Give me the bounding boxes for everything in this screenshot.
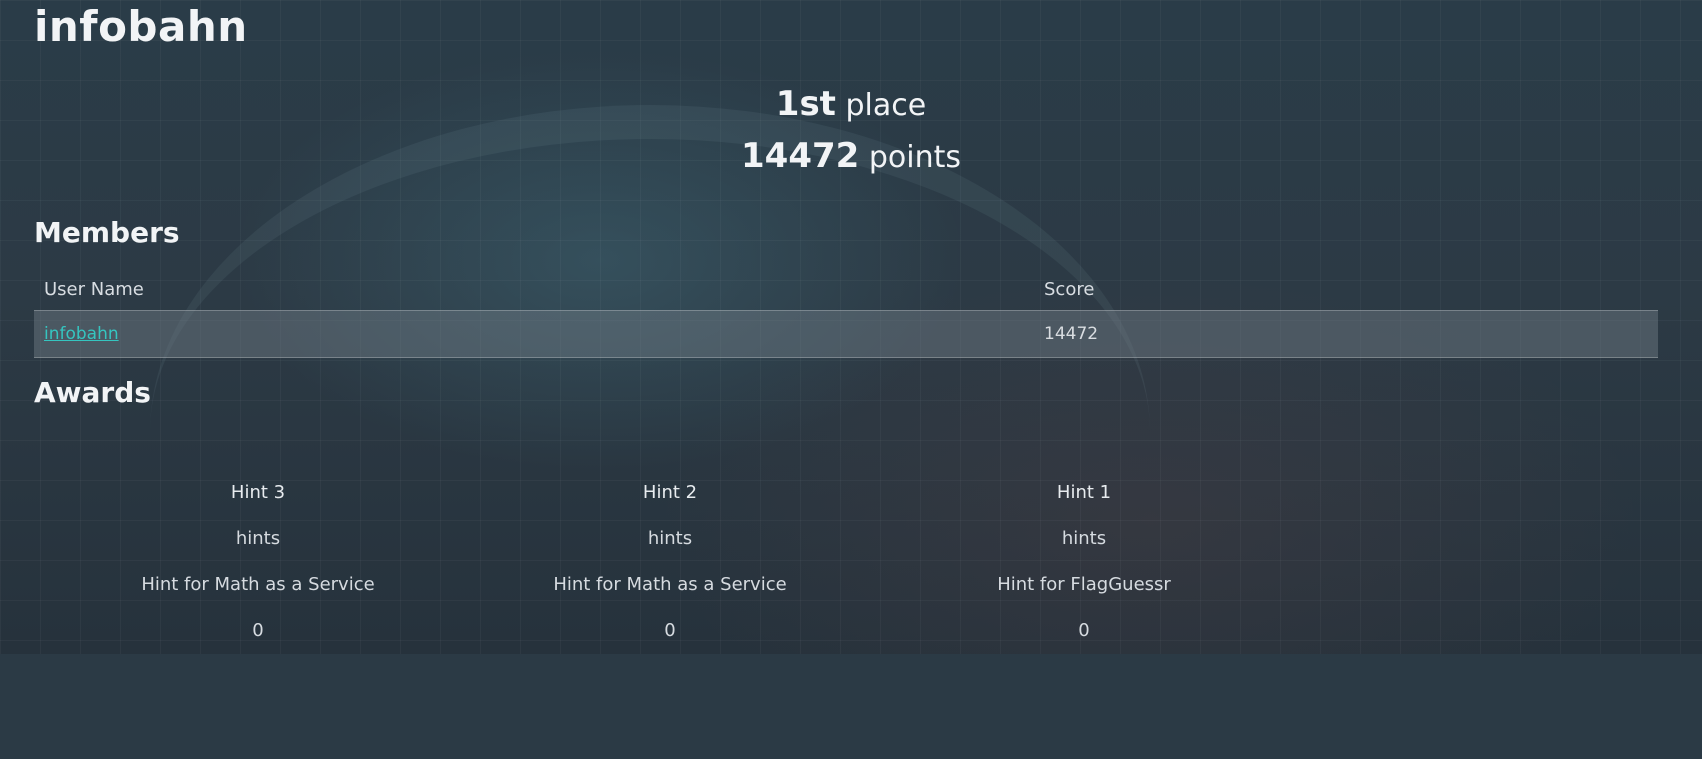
rank-number: 1st [775, 84, 836, 124]
award-item: Hint 3 hints Hint for Math as a Service … [68, 470, 448, 654]
award-value: 0 [664, 620, 676, 641]
members-table: User Name Score infobahn 14472 [34, 268, 1658, 358]
award-description: Hint for Math as a Service [553, 574, 787, 595]
background-planet-arc [150, 105, 1150, 759]
award-category: hints [235, 528, 281, 549]
points-suffix: points [868, 140, 961, 175]
team-rank: 1st place [0, 84, 1702, 124]
rank-suffix: place [845, 88, 927, 123]
member-user-link[interactable]: infobahn [44, 324, 119, 344]
column-header-score: Score [1044, 278, 1095, 300]
award-name: Hint 3 [230, 482, 286, 503]
award-category: hints [647, 528, 693, 549]
awards-title: Awards [34, 376, 151, 409]
award-item: Hint 2 hints Hint for Math as a Service … [480, 470, 860, 654]
award-description: Hint for Math as a Service [141, 574, 375, 595]
awards-list: Hint 3 hints Hint for Math as a Service … [34, 470, 1274, 650]
award-category: hints [1061, 528, 1107, 549]
award-item: Hint 1 hints Hint for FlagGuessr 0 [894, 470, 1274, 654]
award-value: 0 [252, 620, 264, 641]
members-title: Members [34, 216, 180, 249]
members-table-header: User Name Score [34, 268, 1658, 310]
team-name: infobahn [34, 2, 248, 51]
points-number: 14472 [741, 136, 860, 176]
column-header-user-name: User Name [44, 278, 144, 300]
table-row: infobahn 14472 [34, 310, 1658, 358]
award-name: Hint 2 [642, 482, 698, 503]
award-value: 0 [1078, 620, 1090, 641]
member-score: 14472 [1044, 324, 1099, 344]
member-user-cell: infobahn [34, 324, 1044, 344]
award-name: Hint 1 [1056, 482, 1112, 503]
team-points: 14472 points [0, 136, 1702, 176]
award-description: Hint for FlagGuessr [997, 574, 1171, 595]
